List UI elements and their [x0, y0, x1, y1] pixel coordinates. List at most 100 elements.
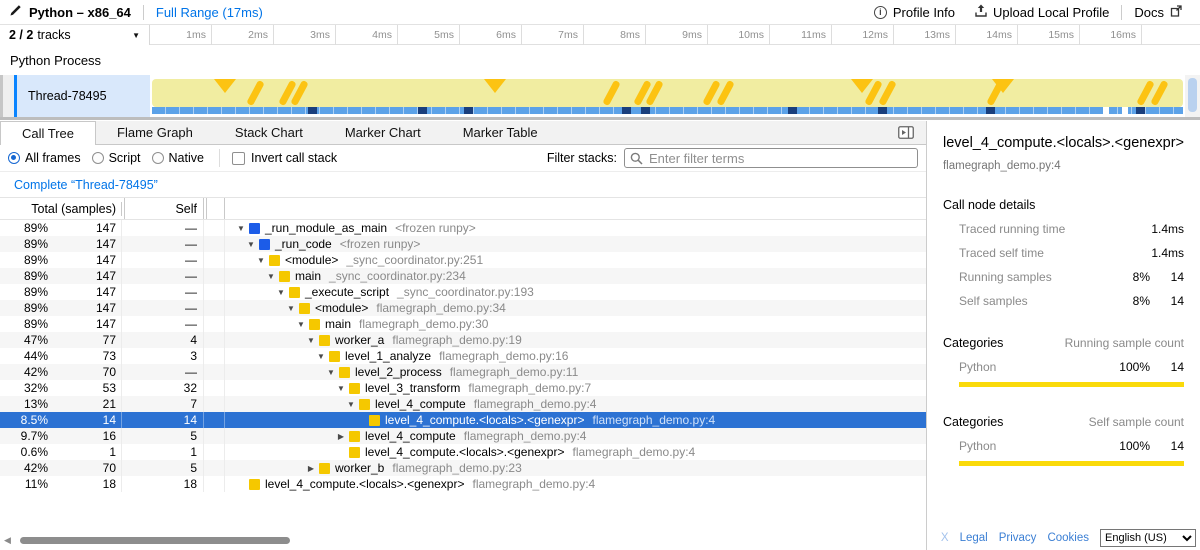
thread-track-canvas[interactable]: [150, 75, 1185, 117]
marker-triangle-icon[interactable]: [484, 79, 506, 93]
expander-open-icon[interactable]: ▼: [316, 352, 326, 361]
invert-call-stack-checkbox[interactable]: Invert call stack: [232, 151, 337, 165]
file-location: _sync_coordinator.py:251: [346, 253, 483, 267]
table-row[interactable]: 42%705▶worker_bflamegraph_demo.py:23: [0, 460, 926, 476]
row-total-count: 77: [48, 332, 122, 348]
upload-profile-button[interactable]: Upload Local Profile: [975, 4, 1109, 20]
marker-slash-icon[interactable]: [602, 80, 620, 106]
sample-dark-block: [878, 107, 887, 114]
table-row[interactable]: 9.7%165▶level_4_computeflamegraph_demo.p…: [0, 428, 926, 444]
categories-title: Categories: [943, 336, 1003, 350]
track-scrollbar-thumb[interactable]: [1188, 78, 1197, 112]
expander-open-icon[interactable]: ▼: [276, 288, 286, 297]
row-total-percent: 8.5%: [0, 413, 48, 427]
row-tree-cell: ▼level_2_processflamegraph_demo.py:11: [225, 364, 926, 380]
row-tree-cell: ▼level_4_computeflamegraph_demo.py:4: [225, 396, 926, 412]
expander-open-icon[interactable]: ▼: [266, 272, 276, 281]
row-self-count: 5: [122, 460, 204, 476]
ruler-tick: 12ms: [832, 25, 894, 45]
radio-all-frames[interactable]: All frames: [8, 151, 81, 165]
column-header-self[interactable]: Self: [125, 198, 204, 219]
radio-icon: [8, 152, 20, 164]
file-location: flamegraph_demo.py:4: [572, 445, 695, 459]
tab-stack-chart[interactable]: Stack Chart: [214, 121, 324, 144]
table-row[interactable]: 32%5332▼level_3_transformflamegraph_demo…: [0, 380, 926, 396]
docs-button[interactable]: Docs: [1134, 5, 1188, 20]
language-select[interactable]: English (US): [1100, 529, 1196, 547]
expander-open-icon[interactable]: ▼: [286, 304, 296, 313]
scroll-left-icon[interactable]: ◀: [4, 535, 11, 546]
horizontal-scrollbar-thumb[interactable]: [20, 537, 290, 544]
table-row[interactable]: 0.6%11level_4_compute.<locals>.<genexpr>…: [0, 444, 926, 460]
tab-marker-chart[interactable]: Marker Chart: [324, 121, 442, 144]
row-total-percent: 32%: [0, 381, 48, 395]
row-self-count: —: [122, 316, 204, 332]
table-row[interactable]: 89%147—▼<module>_sync_coordinator.py:251: [0, 252, 926, 268]
tab-flame-graph[interactable]: Flame Graph: [96, 121, 214, 144]
row-spacer: [204, 444, 225, 460]
ruler-tick: 13ms: [894, 25, 956, 45]
external-link-icon: [1170, 5, 1188, 20]
expander-open-icon[interactable]: ▼: [296, 320, 306, 329]
call-node-details-heading: Call node details: [943, 198, 1184, 212]
footer-link-cookies[interactable]: Cookies: [1047, 532, 1089, 544]
table-row[interactable]: 44%733▼level_1_analyzeflamegraph_demo.py…: [0, 348, 926, 364]
table-row[interactable]: 89%147—▼main_sync_coordinator.py:234: [0, 268, 926, 284]
panel-splitter[interactable]: [0, 117, 1200, 120]
expander-open-icon[interactable]: ▼: [246, 240, 256, 249]
radio-native[interactable]: Native: [152, 151, 204, 165]
table-row[interactable]: 8.5%1414level_4_compute.<locals>.<genexp…: [0, 412, 926, 428]
marker-slash-icon[interactable]: [986, 80, 1004, 106]
tab-marker-table[interactable]: Marker Table: [442, 121, 559, 144]
table-row[interactable]: 89%147—▼mainflamegraph_demo.py:30: [0, 316, 926, 332]
filter-stacks-label: Filter stacks:: [547, 151, 617, 165]
process-track-header[interactable]: Python Process: [0, 45, 1200, 75]
table-row[interactable]: 47%774▼worker_aflamegraph_demo.py:19: [0, 332, 926, 348]
thread-track-label[interactable]: Thread-78495: [17, 75, 150, 117]
column-header-total[interactable]: Total (samples): [0, 202, 122, 216]
expander-closed-icon[interactable]: ▶: [306, 464, 316, 473]
pencil-icon[interactable]: [10, 3, 22, 21]
profile-info-button[interactable]: i Profile Info: [874, 5, 955, 20]
expander-open-icon[interactable]: ▼: [236, 224, 246, 233]
frame-category-icon: [349, 447, 360, 458]
function-name: _execute_script: [305, 285, 389, 299]
table-row[interactable]: 11%1818level_4_compute.<locals>.<genexpr…: [0, 476, 926, 492]
expander-open-icon[interactable]: ▼: [306, 336, 316, 345]
tracks-dropdown-button[interactable]: 2 / 2 tracks ▼: [0, 25, 150, 45]
row-total-count: 147: [48, 220, 122, 236]
timeline-ruler[interactable]: 2 / 2 tracks ▼ 1ms2ms3ms4ms5ms6ms7ms8ms9…: [0, 25, 1200, 45]
table-row[interactable]: 89%147—▼_run_code<frozen runpy>: [0, 236, 926, 252]
breadcrumb-root-link[interactable]: Complete “Thread-78495”: [14, 178, 158, 192]
expander-open-icon[interactable]: ▼: [346, 400, 356, 409]
marker-triangle-icon[interactable]: [214, 79, 236, 93]
radio-script[interactable]: Script: [92, 151, 141, 165]
profile-name[interactable]: Python – x86_64: [29, 5, 131, 20]
row-self-count: 3: [122, 348, 204, 364]
table-row[interactable]: 89%147—▼<module>flamegraph_demo.py:34: [0, 300, 926, 316]
table-row[interactable]: 89%147—▼_run_module_as_main<frozen runpy…: [0, 220, 926, 236]
track-grip[interactable]: [3, 75, 14, 117]
track-scrollbar[interactable]: [1185, 75, 1200, 117]
sidebar-toggle-icon[interactable]: [898, 126, 914, 144]
full-range-link[interactable]: Full Range (17ms): [156, 5, 263, 20]
table-row[interactable]: 13%217▼level_4_computeflamegraph_demo.py…: [0, 396, 926, 412]
marker-slash-icon[interactable]: [246, 80, 264, 106]
sample-activity-strip[interactable]: [152, 107, 1183, 114]
row-total-percent: 89%: [0, 301, 48, 315]
table-row[interactable]: 89%147—▼_execute_script_sync_coordinator…: [0, 284, 926, 300]
table-row[interactable]: 42%70—▼level_2_processflamegraph_demo.py…: [0, 364, 926, 380]
expander-open-icon[interactable]: ▼: [256, 256, 266, 265]
filter-stacks-input[interactable]: [624, 148, 918, 168]
footer-link-legal[interactable]: Legal: [960, 532, 988, 544]
ruler-tick: 1ms: [150, 25, 212, 45]
expander-open-icon[interactable]: ▼: [336, 384, 346, 393]
tab-call-tree[interactable]: Call Tree: [0, 121, 96, 145]
marker-band[interactable]: [152, 79, 1183, 107]
footer-link-x[interactable]: X: [941, 532, 949, 544]
expander-open-icon[interactable]: ▼: [326, 368, 336, 377]
expander-closed-icon[interactable]: ▶: [336, 432, 346, 441]
sidebar-function-title: level_4_compute.<locals>.<genexpr>: [943, 135, 1184, 151]
footer-link-privacy[interactable]: Privacy: [999, 532, 1037, 544]
categories-subtitle: Running sample count: [1065, 336, 1184, 350]
